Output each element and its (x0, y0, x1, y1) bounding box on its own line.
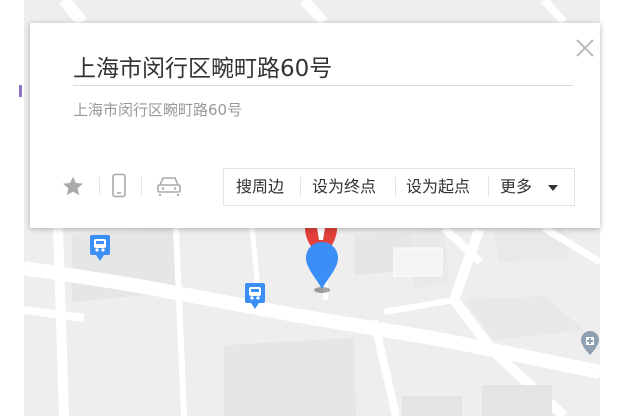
close-icon[interactable] (574, 37, 596, 59)
bus-stop-icon[interactable] (244, 282, 266, 310)
search-nearby-button[interactable]: 搜周边 (236, 169, 284, 205)
popup-divider (73, 85, 573, 86)
icon-separator (99, 177, 100, 195)
action-separator (300, 177, 301, 197)
icon-separator (141, 177, 142, 195)
hospital-icon[interactable] (580, 330, 600, 356)
action-separator (395, 177, 396, 197)
popup-title: 上海市闵行区畹町路60号 (73, 56, 333, 82)
action-bar: 搜周边 设为终点 设为起点 更多 (223, 168, 575, 206)
star-icon[interactable] (62, 175, 84, 197)
chevron-down-icon[interactable] (548, 185, 558, 191)
location-info-popup: 上海市闵行区畹町路60号 上海市闵行区畹町路60号 搜周边 设为终点 设为起点 … (30, 23, 600, 228)
set-destination-button[interactable]: 设为终点 (312, 169, 376, 205)
popup-address: 上海市闵行区畹町路60号 (73, 101, 243, 119)
action-separator (488, 177, 489, 197)
map-pin-icon[interactable] (302, 240, 342, 296)
more-button[interactable]: 更多 (500, 169, 532, 205)
map-edge-marker (19, 85, 22, 97)
set-origin-button[interactable]: 设为起点 (406, 169, 470, 205)
car-icon[interactable] (155, 175, 183, 197)
bus-stop-icon[interactable] (89, 234, 111, 262)
phone-icon[interactable] (111, 173, 127, 199)
